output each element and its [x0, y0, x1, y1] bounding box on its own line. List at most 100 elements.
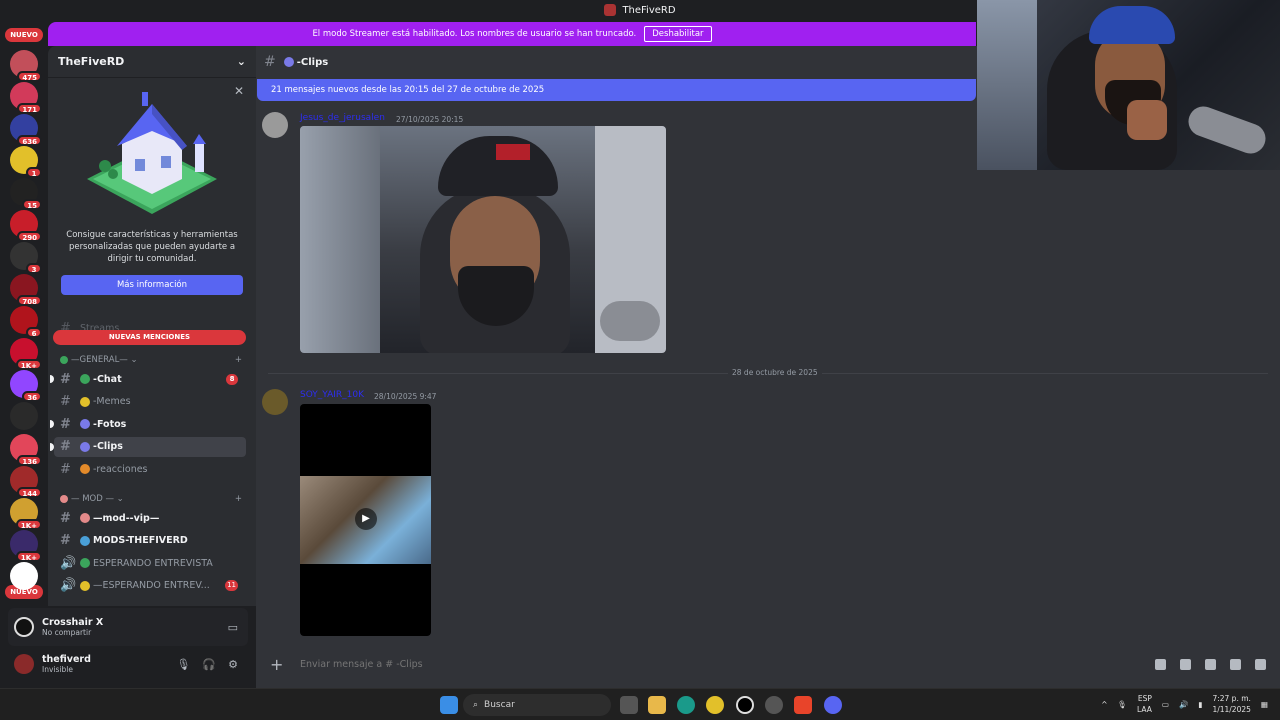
new-messages-banner[interactable]: 21 mensajes nuevos desde las 20:15 del 2…: [257, 79, 976, 101]
file-explorer-icon[interactable]: [648, 696, 666, 714]
category-general[interactable]: —GENERAL— ⌄ +: [60, 355, 242, 365]
crosshair-app-icon: [14, 617, 34, 637]
channel-emoji-icon: [80, 558, 90, 568]
microphone-icon[interactable]: 🎙: [176, 658, 190, 671]
server-icon[interactable]: [10, 562, 38, 590]
add-channel-icon[interactable]: +: [235, 355, 242, 365]
video-embed[interactable]: ▶: [300, 404, 431, 636]
channel-item[interactable]: # -Clips: [50, 436, 246, 457]
hash-icon: #: [60, 510, 71, 526]
server-icon[interactable]: 475: [10, 50, 42, 82]
gift-icon[interactable]: [1155, 658, 1166, 670]
channel-item[interactable]: # -reacciones: [54, 459, 246, 479]
new-servers-pill[interactable]: NUEVO: [5, 28, 43, 42]
apps-icon[interactable]: [1255, 658, 1266, 670]
channel-item[interactable]: # —mod--vip—: [54, 508, 246, 528]
chrome-icon[interactable]: [706, 696, 724, 714]
channel-item[interactable]: 🔊 ESPERANDO ENTREVISTA: [54, 553, 246, 573]
message-author[interactable]: Jesus_de_jerusalen: [300, 113, 385, 123]
server-icon[interactable]: 636: [10, 114, 42, 146]
avatar[interactable]: [262, 389, 288, 415]
unread-indicator: [50, 420, 54, 428]
unread-badge: 3: [26, 263, 42, 274]
server-icon[interactable]: 1: [10, 146, 42, 178]
message-author[interactable]: SOY_YAIR_10K: [300, 390, 364, 400]
channel-item[interactable]: # MODS-THEFIVERD: [54, 531, 246, 551]
network-icon[interactable]: ▭: [1162, 700, 1169, 709]
channel-name: -Clips: [93, 441, 123, 452]
crosshair-app-icon[interactable]: [736, 696, 754, 714]
channel-name: -reacciones: [93, 463, 148, 475]
volume-icon[interactable]: 🔊: [1179, 700, 1188, 709]
server-rail: NUEVO NUEVO 475 171 636 1 15 290 3 708 6 1K+ 36 136…: [0, 20, 48, 688]
edge-icon[interactable]: [677, 696, 695, 714]
server-icon[interactable]: 15: [10, 178, 42, 210]
category-mod[interactable]: — MOD — ⌄ +: [60, 494, 242, 504]
server-icon[interactable]: 171: [10, 82, 42, 114]
discord-icon[interactable]: [824, 696, 842, 714]
window-title: TheFiveRD: [622, 4, 676, 16]
channel-item[interactable]: 🔊 —ESPERANDO ENTREV... 11: [54, 576, 246, 596]
headphones-icon[interactable]: 🎧: [202, 658, 216, 671]
brave-icon[interactable]: [794, 696, 812, 714]
more-info-button[interactable]: Más información: [61, 275, 243, 295]
sticker-icon[interactable]: [1205, 658, 1216, 670]
close-icon[interactable]: ✕: [234, 84, 244, 98]
server-header[interactable]: TheFiveRD ⌄: [48, 46, 256, 78]
clock[interactable]: 7:27 p. m. 1/11/2025: [1212, 693, 1250, 715]
server-icon[interactable]: 136: [10, 434, 42, 466]
server-icon[interactable]: 1K+: [10, 498, 42, 530]
channel-header: # -Clips: [256, 46, 976, 78]
hash-icon: #: [60, 416, 71, 432]
chevron-up-icon[interactable]: ^: [1101, 700, 1107, 709]
channel-item[interactable]: # -Memes: [54, 392, 246, 412]
play-icon[interactable]: ▶: [355, 508, 377, 530]
unread-badge: 1K+: [15, 551, 42, 562]
disable-streamer-mode-button[interactable]: Deshabilitar: [644, 26, 712, 42]
streamer-mode-message: El modo Streamer está habilitado. Los no…: [312, 29, 637, 39]
server-icon[interactable]: 144: [10, 466, 42, 498]
server-icon[interactable]: [10, 402, 38, 430]
notifications-icon[interactable]: ▦: [1261, 700, 1268, 709]
activity-panel: Crosshair X No compartir ▭: [8, 608, 248, 646]
category-label: —GENERAL—: [71, 355, 128, 365]
server-icon[interactable]: 3: [10, 242, 42, 274]
server-icon[interactable]: 6: [10, 306, 42, 338]
gif-icon[interactable]: [1180, 658, 1191, 670]
message-input[interactable]: [300, 658, 1000, 670]
message-timestamp: 28/10/2025 9:47: [374, 392, 437, 401]
gear-icon[interactable]: ⚙: [228, 658, 238, 671]
unread-indicator: [50, 375, 54, 383]
avatar[interactable]: [14, 654, 34, 674]
message-composer: +: [256, 646, 1280, 682]
unread-badge: 144: [17, 487, 42, 498]
new-mentions-pill[interactable]: NUEVAS MENCIONES: [53, 330, 246, 345]
obs-icon[interactable]: [765, 696, 783, 714]
date-divider-label: 28 de octubre de 2025: [728, 368, 822, 377]
channel-item[interactable]: # -Fotos: [50, 414, 246, 434]
server-icon[interactable]: 708: [10, 274, 42, 306]
battery-icon[interactable]: ▮: [1198, 700, 1202, 709]
unread-indicator: [50, 442, 54, 451]
share-screen-icon[interactable]: ▭: [228, 621, 238, 634]
emoji-icon[interactable]: [1230, 658, 1241, 670]
server-icon[interactable]: 290: [10, 210, 42, 242]
hash-icon: #: [60, 461, 71, 477]
channel-name: —mod--vip—: [93, 512, 160, 524]
add-attachment-icon[interactable]: +: [270, 655, 300, 674]
server-icon[interactable]: 1K+: [10, 530, 42, 562]
add-channel-icon[interactable]: +: [235, 494, 242, 504]
avatar[interactable]: [262, 112, 288, 138]
server-promo: ✕ Consigue características y herramienta…: [48, 78, 256, 295]
server-icon[interactable]: 36: [10, 370, 42, 402]
clip-image[interactable]: [300, 126, 666, 353]
language-indicator[interactable]: ESP LAA: [1137, 693, 1152, 715]
channel-name: ESPERANDO ENTREVISTA: [93, 557, 213, 569]
channel-item[interactable]: # -Chat 8: [50, 369, 246, 389]
server-icon[interactable]: 1K+: [10, 338, 42, 370]
clips-emoji-icon: [283, 57, 294, 67]
windows-start-icon[interactable]: [440, 696, 458, 714]
taskbar-search[interactable]: ⌕ Buscar: [463, 694, 611, 716]
microphone-icon[interactable]: 🎙: [1118, 700, 1128, 709]
task-view-icon[interactable]: [620, 696, 638, 714]
